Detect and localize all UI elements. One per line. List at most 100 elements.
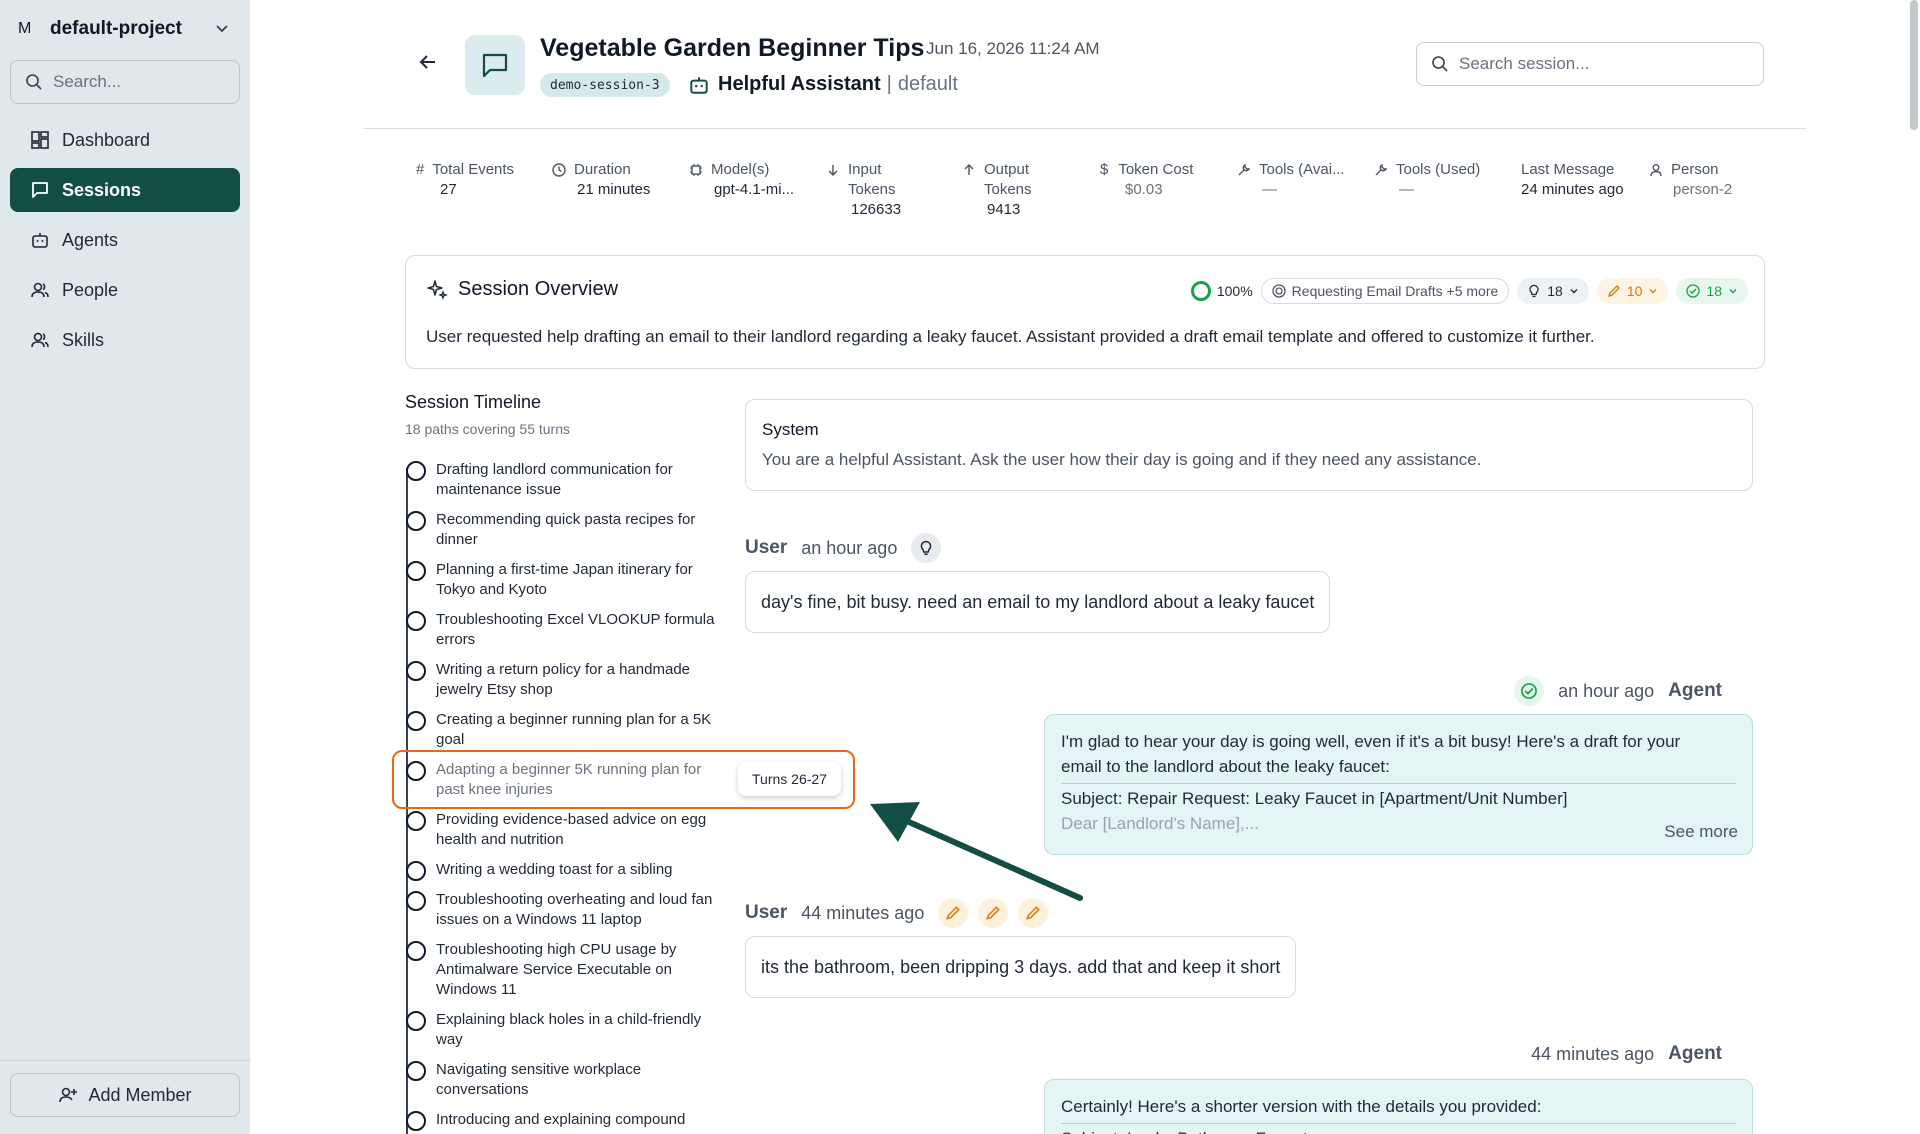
agent-info: Helpful Assistant | default — [688, 73, 958, 96]
sidebar-item-dashboard[interactable]: Dashboard — [10, 118, 240, 162]
session-datetime: Jun 16, 2026 11:24 AM — [926, 39, 1100, 58]
dashboard-icon — [31, 131, 49, 149]
stat-label: Tools (Used) — [1396, 161, 1481, 178]
stat-label: Input Tokens — [848, 161, 896, 198]
stat-value: 24 minutes ago — [1521, 181, 1624, 198]
timeline-dot-icon — [406, 861, 426, 881]
project-initial: M — [18, 20, 32, 37]
stat-value: 126633 — [851, 201, 902, 218]
score-indicator: 100% — [1190, 281, 1253, 301]
sidebar-item-label: Skills — [62, 329, 105, 350]
sidebar-item-agents[interactable]: Agents — [10, 218, 240, 262]
message-role: User — [745, 537, 788, 558]
back-arrow-icon[interactable] — [418, 52, 438, 72]
user-message-header: User an hour ago — [745, 533, 942, 563]
users-icon — [31, 332, 49, 348]
stat-total-events: # Total Events 27 — [416, 160, 514, 200]
timeline-item-label: Drafting landlord communication for main… — [436, 461, 673, 498]
stat-duration: Duration 21 minutes — [552, 160, 650, 200]
stat-label: Person — [1671, 161, 1719, 178]
message-time: 44 minutes ago — [801, 902, 925, 923]
timeline-dot-icon — [406, 891, 426, 911]
sidebar-item-people[interactable]: People — [10, 268, 240, 312]
message-time: an hour ago — [801, 537, 898, 558]
timeline-item-label: Planning a first-time Japan itinerary fo… — [436, 561, 693, 598]
stat-output-tokens: Output Tokens 9413 — [962, 160, 1052, 220]
agent-text-line: I'm glad to hear your day is going well,… — [1061, 732, 1681, 751]
sidebar-item-sessions[interactable]: Sessions — [10, 168, 240, 212]
pencil-icon[interactable] — [1018, 898, 1049, 928]
chevron-down-icon — [1570, 289, 1578, 294]
timeline-item-label: Creating a beginner running plan for a 5… — [436, 711, 712, 748]
arrow-up-icon — [964, 164, 974, 175]
stat-value: $0.03 — [1125, 181, 1163, 198]
overview-heading: Session Overview — [426, 278, 618, 301]
sidebar-item-label: Sessions — [62, 179, 142, 200]
timeline-item-label: Writing a wedding toast for a sibling — [436, 861, 673, 878]
stat-label: Last Message — [1521, 161, 1615, 178]
timeline-dot-icon — [406, 1061, 426, 1081]
message-square-icon — [482, 53, 508, 78]
chevron-down-icon — [216, 25, 228, 33]
score-value: 100% — [1216, 283, 1253, 299]
stat-token-cost: $ Token Cost $0.03 — [1100, 160, 1193, 200]
pencil-icon[interactable] — [938, 898, 969, 928]
check-circle-icon — [1686, 284, 1701, 298]
checks-dropdown[interactable]: 18 — [1676, 278, 1748, 304]
agent-text-line: Dear [Landlord's Name],... — [1061, 814, 1259, 833]
ideas-dropdown[interactable]: 18 — [1517, 278, 1589, 304]
stat-tools-used: Tools (Used) — — [1374, 160, 1480, 200]
ideas-count: 18 — [1547, 283, 1563, 299]
stat-input-tokens: Input Tokens 126633 — [826, 160, 916, 220]
sidebar-search-input[interactable]: Search... — [10, 60, 240, 104]
edits-dropdown[interactable]: 10 — [1596, 278, 1669, 304]
message-role: Agent — [1668, 1043, 1722, 1064]
topic-chip[interactable]: Requesting Email Drafts +5 more — [1260, 278, 1510, 304]
timeline-subtitle: 18 paths covering 55 turns — [405, 421, 570, 437]
add-member-button[interactable]: Add Member — [10, 1073, 240, 1117]
chevron-down-icon — [1649, 289, 1657, 294]
message-role: Agent — [1668, 680, 1722, 701]
system-label: System — [762, 420, 819, 439]
timeline-dot-icon — [406, 661, 426, 681]
target-icon — [1272, 284, 1286, 298]
stat-last-message: Last Message 24 minutes ago — [1521, 160, 1624, 200]
stat-value: 21 minutes — [577, 181, 651, 198]
stat-value: — — [1399, 181, 1414, 198]
project-switcher[interactable]: M default-project — [12, 12, 238, 46]
check-circle-icon[interactable] — [1514, 676, 1545, 706]
timeline-dot-icon — [406, 611, 426, 631]
sparkles-icon — [427, 279, 448, 300]
dollar-icon: $ — [1100, 161, 1109, 178]
pencil-icon[interactable] — [978, 898, 1009, 928]
timeline-item-label: Explaining black holes in a child-friend… — [436, 1011, 702, 1048]
user-message-bubble: day's fine, bit busy. need an email to m… — [745, 571, 1331, 633]
score-ring-icon — [1190, 281, 1211, 301]
timeline-item-label: Troubleshooting high CPU usage by Antima… — [436, 941, 677, 998]
session-search-input[interactable]: Search session... — [1416, 42, 1764, 86]
timeline-title: Session Timeline — [405, 392, 542, 412]
timeline-dot-icon — [406, 941, 426, 961]
bot-icon — [690, 76, 708, 94]
chevron-down-icon — [1729, 289, 1737, 294]
user-icon — [1650, 164, 1662, 177]
sidebar-divider — [0, 1060, 250, 1061]
stat-value: gpt-4.1-mi... — [714, 181, 795, 198]
timeline-dot-icon — [406, 1011, 426, 1031]
agent-text-line: Subject: Repair Request: Leaky Faucet in… — [1061, 789, 1568, 808]
timeline-item-label: Navigating sensitive workplace conversat… — [436, 1061, 642, 1098]
see-more-link[interactable]: See more — [1664, 819, 1738, 844]
lightbulb-icon[interactable] — [911, 533, 942, 563]
sidebar-item-skills[interactable]: Skills — [10, 318, 240, 362]
message-square-icon — [32, 182, 48, 198]
hash-icon: # — [416, 161, 425, 178]
timeline-item-label: Troubleshooting Excel VLOOKUP formula er… — [436, 611, 715, 648]
page-scrollbar[interactable] — [1910, 0, 1918, 130]
search-icon — [1432, 56, 1448, 72]
overview-chips: 100% Requesting Email Drafts +5 more 18 … — [1190, 278, 1748, 304]
divider — [1061, 1123, 1736, 1124]
agent-name-link[interactable]: Helpful Assistant — [718, 73, 881, 96]
turns-tooltip: Turns 26-27 — [738, 762, 841, 796]
agent-message-bubble: Certainly! Here's a shorter version with… — [1044, 1079, 1753, 1134]
wrench-icon — [1375, 163, 1388, 176]
